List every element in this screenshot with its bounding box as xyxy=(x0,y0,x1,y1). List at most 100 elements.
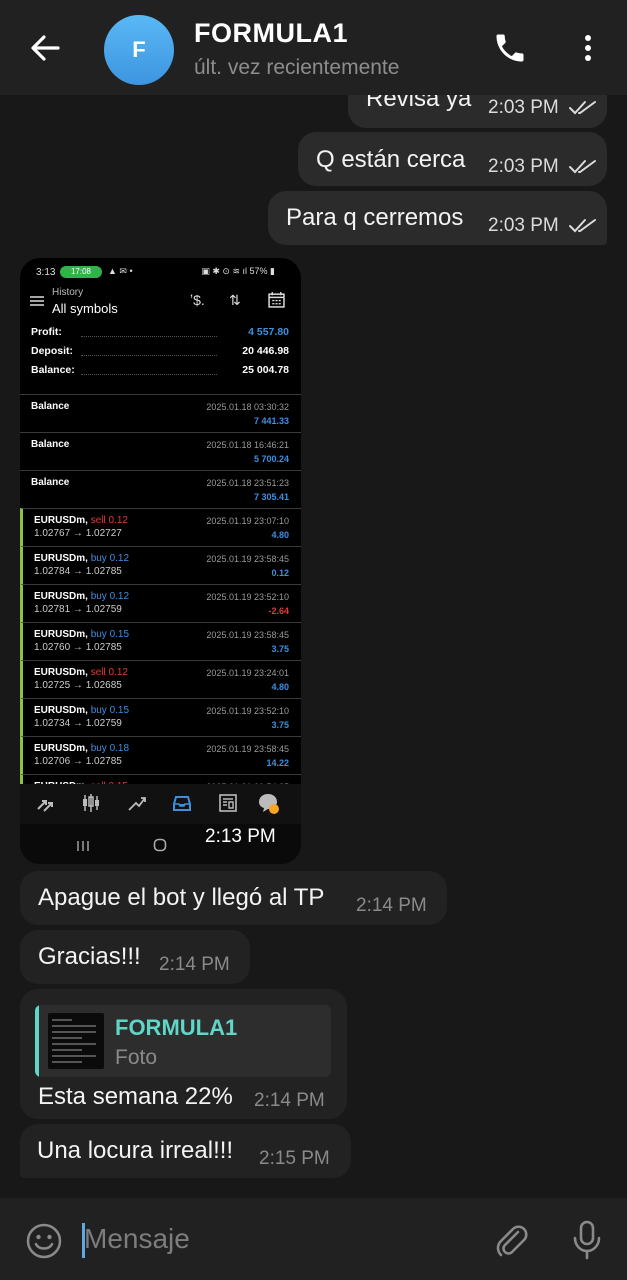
leader-dots xyxy=(81,355,217,356)
row-symbol: EURUSDm, sell 0.12 xyxy=(34,667,128,678)
message-time: 2:03 PM xyxy=(488,156,559,177)
message-text: Gracias!!! xyxy=(38,943,141,970)
message-time: 2:13 PM xyxy=(205,826,276,847)
row-date: 2025.01.19 23:52:10 xyxy=(206,706,289,716)
deal-row: EURUSDm, buy 0.15 1.02760 → 1.02785 2025.0… xyxy=(20,622,301,660)
row-amount: 14.22 xyxy=(266,758,289,768)
row-side: buy xyxy=(90,553,107,564)
row-symbol: EURUSDm, buy 0.15 xyxy=(34,705,130,716)
message-bubble-outgoing[interactable]: Para q cerremos 2:03 PM xyxy=(268,191,607,245)
row-date: 2025.01.18 23:51:23 xyxy=(206,478,289,488)
screenshot-app-bar: History All symbols ʼ$. ⇅ xyxy=(20,284,301,320)
message-text: Una locura irreal!!! xyxy=(37,1137,234,1164)
row-side: buy xyxy=(90,705,107,716)
history-list: Balance 2025.01.18 03:30:32 7 441.33 Balanc… xyxy=(20,394,301,784)
quotes-icon xyxy=(37,800,53,812)
summary-row: Profit: 4 557.80 xyxy=(31,326,289,344)
row-amount: 3.75 xyxy=(271,644,289,654)
row-date: 2025.01.19 23:07:10 xyxy=(206,516,289,526)
row-volume: 0.15 xyxy=(109,629,130,640)
screenshot-status-bar: 3:13 17:08 ▲ ✉ • ▣ ✱ ⊙ ≋ ıl 57% ▮ xyxy=(20,258,301,284)
row-amount: 5 700.24 xyxy=(253,454,289,464)
double-check-icon xyxy=(569,160,596,174)
row-volume: 0.12 xyxy=(108,515,128,526)
row-symbol: EURUSDm, sell 0.12 xyxy=(34,515,128,526)
row-symbol: Balance xyxy=(31,401,70,412)
double-check-icon xyxy=(569,219,596,233)
row-date: 2025.01.18 03:30:32 xyxy=(206,402,289,412)
message-text: Esta semana 22% xyxy=(38,1083,233,1110)
deal-row: EURUSDm, buy 0.18 1.02706 → 1.02785 2025.0… xyxy=(20,736,301,774)
summary-label: Deposit: xyxy=(31,345,73,357)
message-bubble-incoming[interactable]: Gracias!!! 2:14 PM xyxy=(20,930,250,984)
row-symbol: EURUSDm, buy 0.15 xyxy=(34,629,130,640)
avatar[interactable]: F xyxy=(104,15,174,85)
message-time: 2:14 PM xyxy=(254,1090,325,1111)
row-prices: 1.02706 → 1.02785 xyxy=(34,756,122,767)
status-clock: 3:13 xyxy=(36,267,56,278)
row-prices: 1.02767 → 1.02727 xyxy=(34,528,122,539)
recents-icon xyxy=(77,841,89,851)
summary-label: Profit: xyxy=(31,326,62,338)
summary-value: 25 004.78 xyxy=(242,364,289,376)
back-arrow-icon[interactable] xyxy=(28,28,62,68)
message-bubble-outgoing[interactable]: Revisa ya 2:03 PM xyxy=(348,95,607,128)
balance-row: Balance 2025.01.18 03:30:32 7 441.33 xyxy=(20,394,301,432)
row-side: sell xyxy=(90,667,106,678)
row-amount: 7 305.41 xyxy=(253,492,289,502)
deal-row: EURUSDm, sell 0.12 1.02767 → 1.02727 2025.… xyxy=(20,508,301,546)
message-bubble-incoming[interactable]: Apague el bot y llegó al TP 2:14 PM xyxy=(20,871,447,925)
message-text: Para q cerremos xyxy=(286,204,464,231)
row-prices: 1.02760 → 1.02785 xyxy=(34,642,122,653)
row-volume: 0.12 xyxy=(108,667,128,678)
phone-icon[interactable] xyxy=(492,30,528,66)
mic-icon[interactable] xyxy=(570,1220,604,1260)
app-header: History xyxy=(52,287,84,298)
chat-title[interactable]: FORMULA1 xyxy=(194,18,348,49)
row-prices: 1.02725 → 1.02685 xyxy=(34,680,122,691)
attach-icon[interactable] xyxy=(494,1222,528,1260)
row-date: 2025.01.19 23:24:01 xyxy=(206,668,289,678)
row-symbol: EURUSDm, buy 0.18 xyxy=(34,743,130,754)
row-prices: 1.02734 → 1.02759 xyxy=(34,718,122,729)
deal-row: EURUSDm, buy 0.15 1.02734 → 1.02759 2025.0… xyxy=(20,698,301,736)
row-date: 2025.01.19 23:58:45 xyxy=(206,554,289,564)
row-symbol: EURUSDm, buy 0.12 xyxy=(34,553,130,564)
news-icon xyxy=(219,794,237,812)
message-text: Q están cerca xyxy=(316,146,466,173)
reply-type: Foto xyxy=(115,1046,158,1069)
summary-label: Balance: xyxy=(31,364,75,376)
summary-value: 20 446.98 xyxy=(242,345,289,357)
sort-icon: ⇅ xyxy=(229,292,241,308)
row-volume: 0.15 xyxy=(109,705,130,716)
leader-dots xyxy=(81,336,217,337)
reply-preview[interactable]: FORMULA1 Foto xyxy=(35,1005,331,1077)
message-input[interactable]: Mensaje xyxy=(84,1223,190,1255)
row-amount: 4.80 xyxy=(271,682,289,692)
summary-row: Balance: 25 004.78 xyxy=(31,364,289,382)
row-prices: 1.02784 → 1.02785 xyxy=(34,566,122,577)
more-vert-icon[interactable] xyxy=(574,30,602,66)
message-bubble-incoming[interactable]: Una locura irreal!!! 2:15 PM xyxy=(20,1124,351,1178)
message-list[interactable]: Revisa ya 2:03 PM Q están cerca 2:03 PM … xyxy=(0,95,627,1198)
balance-row: Balance 2025.01.18 23:51:23 7 305.41 xyxy=(20,470,301,508)
summary-value: 4 557.80 xyxy=(248,326,289,338)
summary-row: Deposit: 20 446.98 xyxy=(31,345,289,363)
message-bubble-outgoing[interactable]: Q están cerca 2:03 PM xyxy=(298,132,607,186)
message-time: 2:03 PM xyxy=(488,215,559,236)
row-amount: 0.12 xyxy=(271,568,289,578)
battery-status: ▣ ✱ ⊙ ≋ ıl 57% ▮ xyxy=(201,266,275,276)
menu-icon xyxy=(30,296,44,306)
row-side: buy xyxy=(90,743,107,754)
row-volume: 0.12 xyxy=(109,591,130,602)
message-text: Revisa ya xyxy=(366,95,472,112)
currency-filter-icon: ʼ$. xyxy=(190,292,205,308)
reply-accent-bar xyxy=(35,1005,39,1077)
row-side: buy xyxy=(90,591,107,602)
app-subheader: All symbols xyxy=(52,301,118,316)
row-volume: 0.18 xyxy=(109,743,130,754)
row-date: 2025.01.19 23:52:10 xyxy=(206,592,289,602)
emoji-icon[interactable] xyxy=(26,1223,62,1259)
photo-message[interactable]: 3:13 17:08 ▲ ✉ • ▣ ✱ ⊙ ≋ ıl 57% ▮ Histor… xyxy=(20,258,301,864)
message-time: 2:14 PM xyxy=(159,954,230,975)
